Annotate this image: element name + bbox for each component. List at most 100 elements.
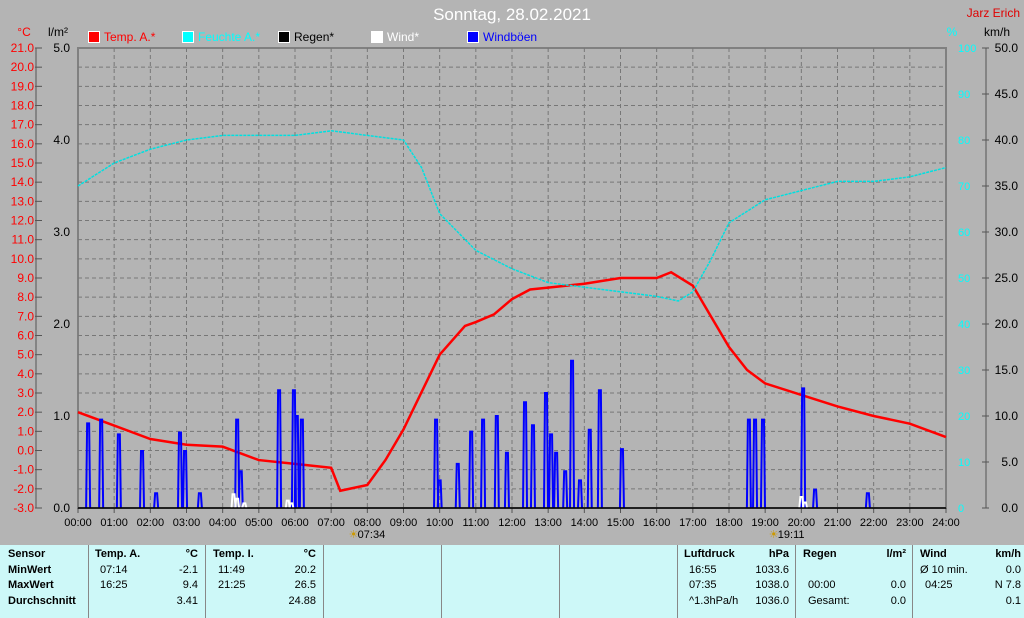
rain-tick-label: 0.0: [53, 501, 70, 515]
wind-tick-label: 30.0: [995, 225, 1019, 239]
x-tick-label: 23:00: [896, 517, 924, 529]
x-tick-label: 09:00: [390, 517, 418, 529]
x-tick-label: 18:00: [715, 517, 743, 529]
table-cell: Luftdruck: [684, 548, 735, 560]
stats-table: Sensor MinWert MaxWert Durchschnitt Temp. A.…: [0, 545, 1024, 618]
humidity-tick-label: 90: [958, 89, 970, 101]
rain-tick-label: 5.0: [53, 41, 70, 55]
table-cell: 04:25: [925, 579, 953, 591]
table-cell: °C: [303, 548, 316, 560]
x-tick-label: 15:00: [607, 517, 635, 529]
table-cell: 1033.6: [755, 564, 789, 576]
temp-tick-label: 0.0: [17, 444, 34, 458]
rain-tick-label: 1.0: [53, 409, 70, 423]
x-tick-label: 01:00: [100, 517, 128, 529]
table-cell: Durchschnitt: [8, 595, 76, 607]
temp-tick-label: 1.0: [17, 424, 34, 438]
wind-tick-label: 25.0: [995, 271, 1019, 285]
x-tick-label: 21:00: [824, 517, 852, 529]
humidity-tick-label: 10: [958, 457, 970, 469]
table-cell: Gesamt:: [808, 595, 850, 607]
chart: -3.0 -2.0 -1.0 0.0 1.0 2.0 3.0 4.0 5.0 6.0 7.0 8.0 9…: [11, 25, 1019, 541]
wind-unit: km/h: [984, 25, 1010, 39]
rain-unit: l/m²: [48, 25, 68, 39]
temp-tick-label: -1.0: [13, 463, 34, 477]
sunrise-time: 07:34: [358, 529, 386, 541]
table-cell: hPa: [768, 548, 789, 560]
table-cell: 24.88: [288, 595, 316, 607]
x-tick-label: 08:00: [354, 517, 382, 529]
x-tick-label: 22:00: [860, 517, 888, 529]
table-cell: 21:25: [218, 579, 246, 591]
temp-tick-label: 21.0: [11, 41, 35, 55]
table-cell: Temp. A.: [95, 548, 141, 560]
table-cell: 1038.0: [755, 579, 789, 591]
temp-tick-label: 14.0: [11, 175, 35, 189]
table-cell: 0.0: [890, 595, 906, 607]
temp-tick-label: 9.0: [17, 271, 34, 285]
wind-tick-label: 40.0: [995, 133, 1019, 147]
humidity-tick-label: 0: [958, 503, 964, 515]
x-tick-label: 00:00: [64, 517, 92, 529]
humidity-tick-label: 40: [958, 319, 970, 331]
x-tick-label: 14:00: [571, 517, 599, 529]
temp-tick-label: 7.0: [17, 309, 34, 323]
table-cell: l/m²: [886, 548, 906, 560]
temp-tick-label: 18.0: [11, 99, 35, 113]
temp-tick-label: -3.0: [13, 501, 34, 515]
temp-tick-label: 17.0: [11, 118, 35, 132]
table-cell: Wind: [920, 548, 947, 560]
humidity-tick-label: 70: [958, 181, 970, 193]
wind-tick-label: 50.0: [995, 41, 1019, 55]
x-tick-label: 10:00: [426, 517, 454, 529]
temp-tick-label: 4.0: [17, 367, 34, 381]
humidity-tick-label: 50: [958, 273, 970, 285]
table-cell: 20.2: [294, 564, 316, 576]
table-cell: 16:25: [100, 579, 128, 591]
temp-tick-label: -2.0: [13, 482, 34, 496]
temp-tick-label: 12.0: [11, 214, 35, 228]
temp-tick-label: 8.0: [17, 290, 34, 304]
wind-tick-label: 35.0: [995, 179, 1019, 193]
table-cell: -2.1: [179, 564, 198, 576]
table-cell: MaxWert: [8, 579, 54, 591]
sunset-time: 19:11: [778, 529, 805, 541]
x-tick-label: 16:00: [643, 517, 671, 529]
x-tick-label: 02:00: [137, 517, 165, 529]
x-tick-label: 17:00: [679, 517, 707, 529]
x-tick-label: 11:00: [462, 517, 489, 529]
table-cell: 11:49: [218, 564, 245, 576]
humidity-tick-label: 30: [958, 365, 970, 377]
x-tick-label: 20:00: [788, 517, 816, 529]
temp-unit: °C: [17, 25, 31, 39]
wind-tick-label: 5.0: [1001, 455, 1018, 469]
table-cell: 26.5: [294, 579, 316, 591]
temp-tick-label: 2.0: [17, 405, 34, 419]
humidity-tick-label: 20: [958, 411, 970, 423]
x-tick-label: 13:00: [534, 517, 562, 529]
x-tick-label: 03:00: [173, 517, 201, 529]
wind-tick-label: 15.0: [995, 363, 1019, 377]
temp-tick-label: 13.0: [11, 194, 35, 208]
table-cell: Regen: [803, 548, 837, 560]
table-cell: MinWert: [8, 564, 52, 576]
table-cell: 0.1: [1005, 595, 1021, 607]
table-cell: 00:00: [808, 579, 836, 591]
table-cell: 07:35: [689, 579, 717, 591]
table-cell: 07:14: [100, 564, 128, 576]
x-tick-label: 24:00: [932, 517, 960, 529]
temp-tick-label: 11.0: [12, 233, 35, 247]
x-tick-label: 19:00: [751, 517, 779, 529]
table-cell: km/h: [995, 548, 1021, 560]
table-cell: 3.41: [176, 595, 198, 607]
temp-tick-label: 15.0: [11, 156, 35, 170]
temp-tick-label: 3.0: [17, 386, 34, 400]
humidity-tick-label: 100: [958, 43, 976, 55]
table-cell: Sensor: [8, 548, 46, 560]
x-tick-label: 06:00: [281, 517, 309, 529]
temp-tick-label: 6.0: [17, 329, 34, 343]
wind-tick-label: 0.0: [1001, 501, 1018, 515]
wind-tick-label: 20.0: [995, 317, 1019, 331]
temp-tick-label: 5.0: [17, 348, 34, 362]
table-cell: 9.4: [182, 579, 198, 591]
